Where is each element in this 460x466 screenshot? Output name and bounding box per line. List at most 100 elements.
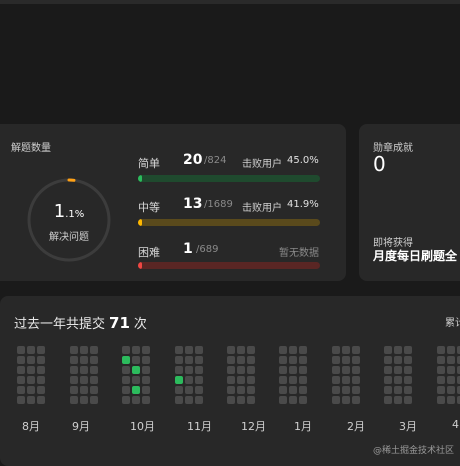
heatmap-cell[interactable] <box>437 346 445 354</box>
heatmap-cell[interactable] <box>332 346 340 354</box>
heatmap-cell[interactable] <box>132 386 140 394</box>
heatmap-cell[interactable] <box>132 346 140 354</box>
heatmap-cell[interactable] <box>27 396 35 404</box>
heatmap-cell[interactable] <box>70 376 78 384</box>
heatmap-cell[interactable] <box>27 386 35 394</box>
heatmap-cell[interactable] <box>27 366 35 374</box>
heatmap-cell[interactable] <box>132 396 140 404</box>
heatmap-cell[interactable] <box>299 376 307 384</box>
heatmap-cell[interactable] <box>384 376 392 384</box>
heatmap-cell[interactable] <box>80 346 88 354</box>
heatmap-cell[interactable] <box>70 346 78 354</box>
heatmap-cell[interactable] <box>70 386 78 394</box>
heatmap-cell[interactable] <box>185 346 193 354</box>
heatmap-cell[interactable] <box>447 396 455 404</box>
heatmap-cell[interactable] <box>404 356 412 364</box>
heatmap-cell[interactable] <box>122 366 130 374</box>
heatmap-cell[interactable] <box>175 376 183 384</box>
heatmap-cell[interactable] <box>122 346 130 354</box>
heatmap-cell[interactable] <box>279 366 287 374</box>
heatmap-cell[interactable] <box>447 376 455 384</box>
heatmap-cell[interactable] <box>247 366 255 374</box>
heatmap-cell[interactable] <box>247 346 255 354</box>
heatmap-cell[interactable] <box>384 346 392 354</box>
heatmap-cell[interactable] <box>17 376 25 384</box>
heatmap-cell[interactable] <box>90 366 98 374</box>
heatmap-cell[interactable] <box>70 356 78 364</box>
heatmap-cell[interactable] <box>279 346 287 354</box>
heatmap-cell[interactable] <box>195 386 203 394</box>
heatmap-cell[interactable] <box>352 356 360 364</box>
heatmap-cell[interactable] <box>175 396 183 404</box>
heatmap-cell[interactable] <box>70 366 78 374</box>
heatmap-cell[interactable] <box>394 386 402 394</box>
heatmap-cell[interactable] <box>142 366 150 374</box>
heatmap-cell[interactable] <box>404 366 412 374</box>
heatmap-cell[interactable] <box>299 386 307 394</box>
heatmap-cell[interactable] <box>332 376 340 384</box>
heatmap-cell[interactable] <box>289 346 297 354</box>
heatmap-cell[interactable] <box>90 396 98 404</box>
heatmap-cell[interactable] <box>394 356 402 364</box>
heatmap-cell[interactable] <box>227 386 235 394</box>
heatmap-cell[interactable] <box>289 386 297 394</box>
heatmap-cell[interactable] <box>90 346 98 354</box>
heatmap-cell[interactable] <box>404 386 412 394</box>
heatmap-cell[interactable] <box>279 376 287 384</box>
heatmap-cell[interactable] <box>195 396 203 404</box>
heatmap-cell[interactable] <box>185 366 193 374</box>
heatmap-cell[interactable] <box>342 356 350 364</box>
heatmap-cell[interactable] <box>70 396 78 404</box>
heatmap-cell[interactable] <box>17 356 25 364</box>
heatmap-cell[interactable] <box>447 346 455 354</box>
heatmap-cell[interactable] <box>342 366 350 374</box>
heatmap-cell[interactable] <box>237 396 245 404</box>
heatmap-cell[interactable] <box>332 396 340 404</box>
heatmap-cell[interactable] <box>90 376 98 384</box>
heatmap-cell[interactable] <box>279 356 287 364</box>
heatmap-cell[interactable] <box>142 386 150 394</box>
heatmap-cell[interactable] <box>185 396 193 404</box>
heatmap-cell[interactable] <box>195 376 203 384</box>
heatmap-cell[interactable] <box>394 366 402 374</box>
heatmap-cell[interactable] <box>384 386 392 394</box>
heatmap-cell[interactable] <box>37 386 45 394</box>
heatmap-cell[interactable] <box>352 386 360 394</box>
heatmap-cell[interactable] <box>185 356 193 364</box>
heatmap-cell[interactable] <box>142 356 150 364</box>
heatmap-cell[interactable] <box>142 396 150 404</box>
heatmap-cell[interactable] <box>80 366 88 374</box>
heatmap-cell[interactable] <box>17 396 25 404</box>
heatmap-cell[interactable] <box>237 366 245 374</box>
heatmap-cell[interactable] <box>394 346 402 354</box>
heatmap-cell[interactable] <box>175 346 183 354</box>
heatmap-cell[interactable] <box>227 346 235 354</box>
heatmap-cell[interactable] <box>352 366 360 374</box>
heatmap-cell[interactable] <box>437 376 445 384</box>
heatmap-cell[interactable] <box>447 366 455 374</box>
heatmap-cell[interactable] <box>195 346 203 354</box>
heatmap-cell[interactable] <box>175 356 183 364</box>
heatmap-cell[interactable] <box>132 366 140 374</box>
heatmap-cell[interactable] <box>90 356 98 364</box>
heatmap-cell[interactable] <box>352 346 360 354</box>
heatmap-cell[interactable] <box>90 386 98 394</box>
heatmap-cell[interactable] <box>437 366 445 374</box>
heatmap-cell[interactable] <box>289 356 297 364</box>
heatmap-cell[interactable] <box>175 366 183 374</box>
heatmap-cell[interactable] <box>342 396 350 404</box>
heatmap-cell[interactable] <box>299 346 307 354</box>
heatmap-cell[interactable] <box>27 356 35 364</box>
heatmap-cell[interactable] <box>279 386 287 394</box>
heatmap-cell[interactable] <box>289 366 297 374</box>
heatmap-cell[interactable] <box>247 396 255 404</box>
heatmap-cell[interactable] <box>122 386 130 394</box>
heatmap-cell[interactable] <box>342 346 350 354</box>
heatmap-cell[interactable] <box>437 356 445 364</box>
heatmap-cell[interactable] <box>342 376 350 384</box>
heatmap-cell[interactable] <box>404 376 412 384</box>
heatmap-cell[interactable] <box>289 396 297 404</box>
heatmap-cell[interactable] <box>384 356 392 364</box>
heatmap-cumulative-toggle[interactable]: 累计 <box>445 314 460 329</box>
heatmap-cell[interactable] <box>332 356 340 364</box>
